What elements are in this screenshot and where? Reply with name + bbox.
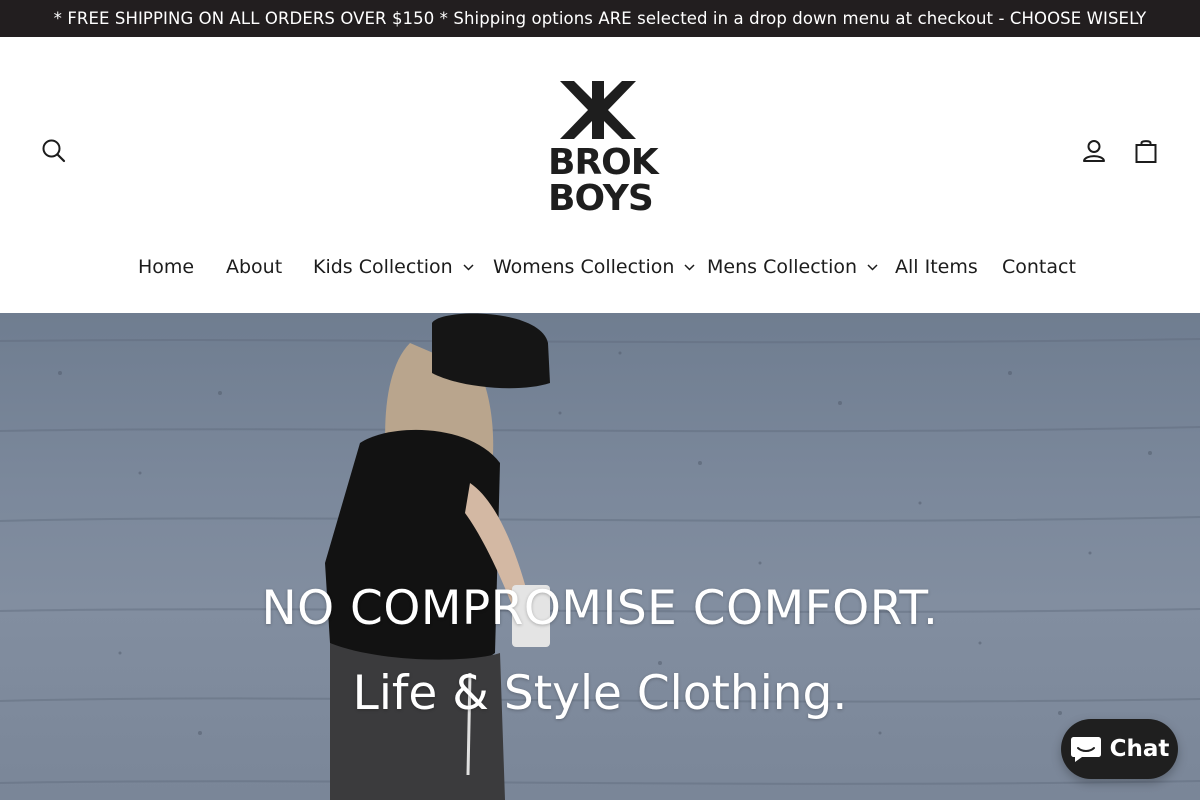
account-icon	[1083, 140, 1105, 162]
hero-model-figure	[325, 313, 550, 800]
search-icon	[42, 139, 66, 163]
chevron-down-icon	[684, 263, 695, 271]
nav-item-label: Home	[138, 256, 195, 278]
hero-title: NO COMPROMISE COMFORT.	[261, 581, 939, 636]
logo-k-mark	[560, 81, 636, 139]
nav-item-label: About	[226, 256, 283, 278]
nav-item-label: All Items	[895, 256, 978, 278]
nav-item-all-items[interactable]: All Items	[895, 247, 978, 287]
main-nav: Home About Kids Collection Womens Collec…	[0, 247, 1200, 287]
chat-label: Chat	[1109, 736, 1170, 762]
nav-item-label: Mens Collection	[707, 256, 858, 278]
cart-button[interactable]	[1129, 134, 1163, 168]
nav-item-mens-collection[interactable]: Mens Collection	[707, 247, 878, 287]
chevron-down-icon	[867, 263, 878, 271]
logo-text-brok: BROK	[548, 142, 659, 183]
nav-item-about[interactable]: About	[226, 247, 282, 287]
announcement-bar: * FREE SHIPPING ON ALL ORDERS OVER $150 …	[0, 0, 1200, 37]
nav-item-contact[interactable]: Contact	[1002, 247, 1076, 287]
nav-item-home[interactable]: Home	[138, 247, 194, 287]
hero-banner: NO COMPROMISE COMFORT. Life & Style Clot…	[0, 313, 1200, 800]
logo-text-boys: BOYS	[548, 178, 654, 219]
account-button[interactable]	[1077, 134, 1111, 168]
nav-item-label: Kids Collection	[313, 256, 453, 278]
site-logo[interactable]: BROK BOYS	[548, 77, 659, 223]
hero-subtitle: Life & Style Clothing.	[352, 666, 848, 721]
site-header: BROK BOYS Home About Kids Collection Wom…	[0, 37, 1200, 313]
chevron-down-icon	[463, 263, 474, 271]
chat-button[interactable]: Chat	[1061, 719, 1178, 779]
nav-item-label: Contact	[1002, 256, 1076, 278]
nav-item-kids-collection[interactable]: Kids Collection	[313, 247, 474, 287]
announcement-text: * FREE SHIPPING ON ALL ORDERS OVER $150 …	[53, 9, 1147, 28]
search-button[interactable]	[37, 134, 71, 168]
chat-bubble-icon	[1070, 737, 1101, 762]
nav-item-label: Womens Collection	[493, 256, 675, 278]
cart-icon	[1135, 140, 1157, 163]
nav-item-womens-collection[interactable]: Womens Collection	[493, 247, 695, 287]
